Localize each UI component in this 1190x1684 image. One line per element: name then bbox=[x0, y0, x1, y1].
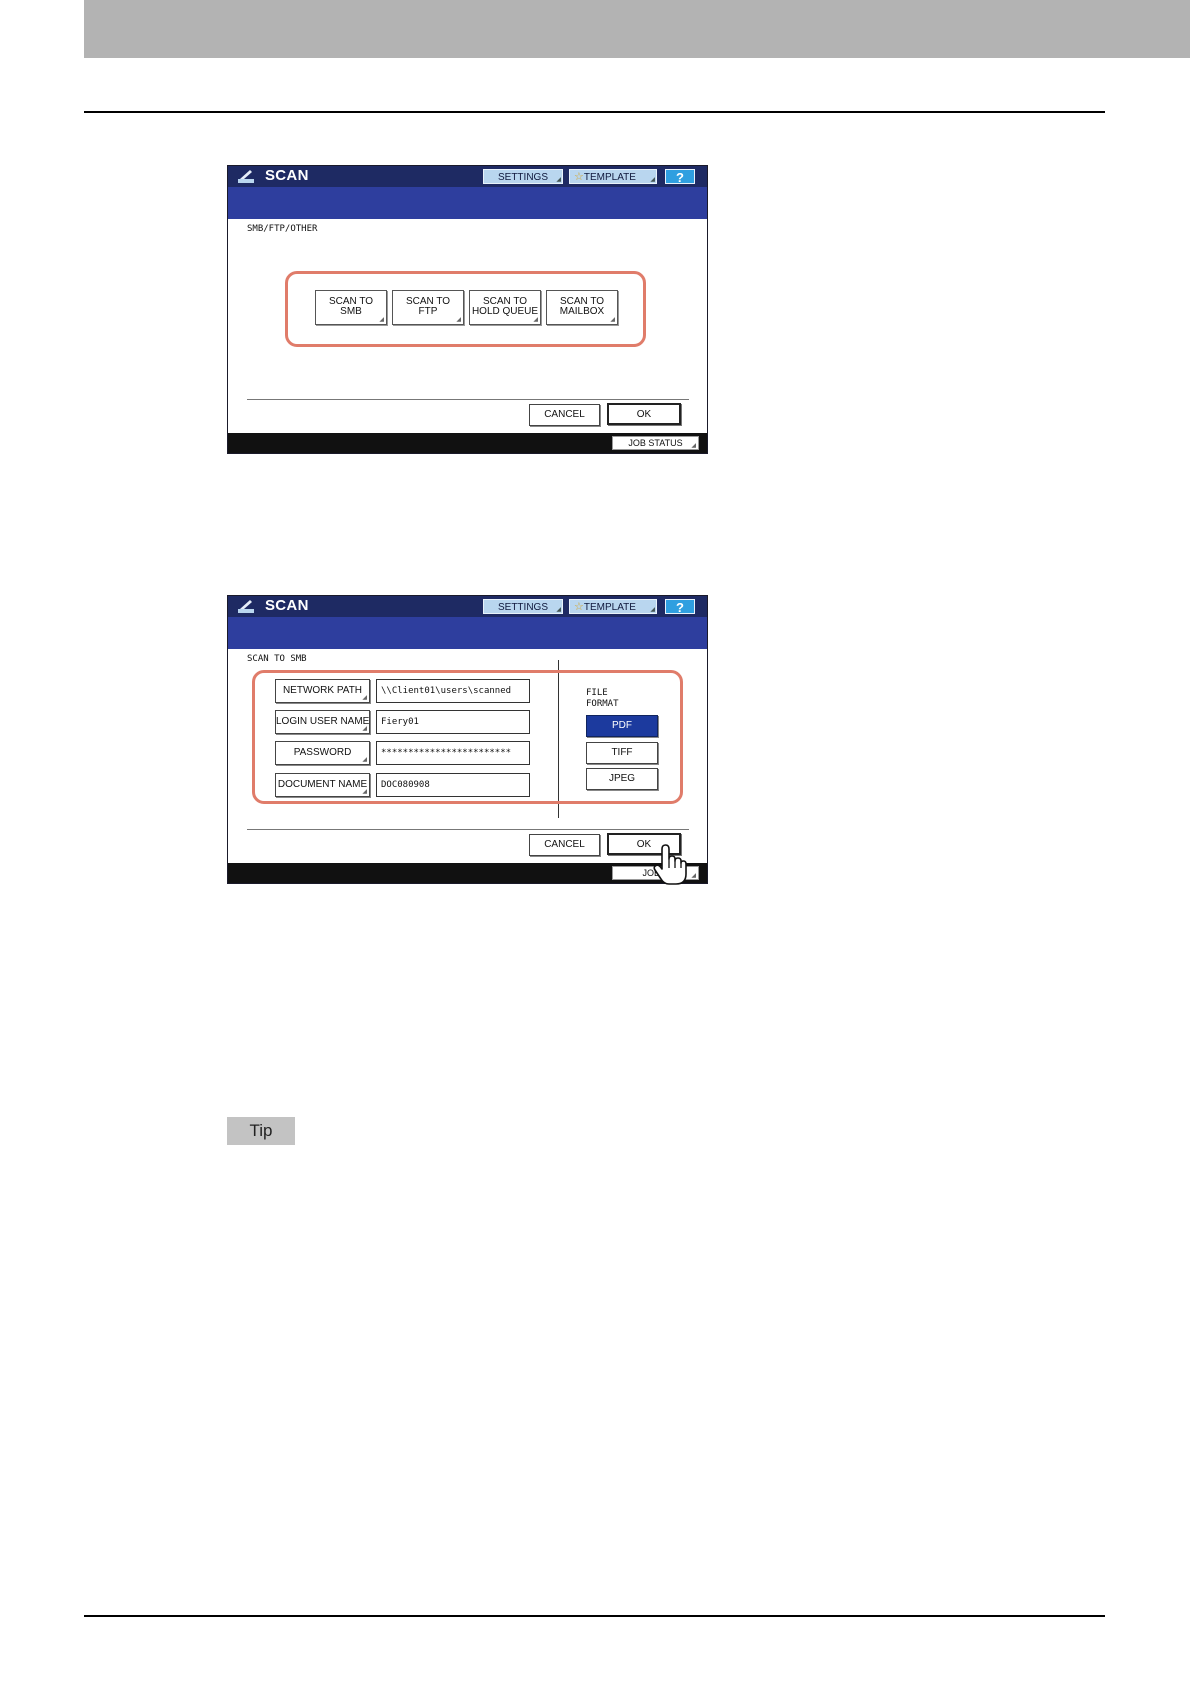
corner-arrow-icon: ◢ bbox=[533, 317, 538, 323]
label-line: FILE bbox=[586, 688, 608, 698]
corner-arrow-icon: ◢ bbox=[556, 177, 561, 183]
corner-arrow-icon: ◢ bbox=[650, 177, 655, 183]
network-path-field[interactable]: \\Client01\users\scanned bbox=[376, 679, 530, 703]
corner-arrow-icon: ◢ bbox=[691, 443, 696, 449]
network-path-button[interactable]: NETWORK PATH ◢ bbox=[275, 679, 370, 703]
button-line: HOLD QUEUE bbox=[471, 306, 539, 317]
field-label: LOGIN USER NAME bbox=[276, 716, 370, 727]
password-button[interactable]: PASSWORD ◢ bbox=[275, 741, 370, 765]
corner-arrow-icon: ◢ bbox=[362, 726, 367, 732]
button-line: FTP bbox=[418, 306, 438, 317]
label-line: FORMAT bbox=[586, 699, 619, 709]
cancel-button[interactable]: CANCEL bbox=[529, 834, 600, 856]
star-icon: ☆ bbox=[574, 601, 584, 613]
star-icon: ☆ bbox=[574, 171, 584, 183]
job-status-label: JOB STATUS bbox=[628, 438, 683, 448]
template-label: TEMPLATE bbox=[583, 602, 636, 613]
format-tiff-button[interactable]: TIFF bbox=[586, 742, 658, 764]
title-bar: SCAN SETTINGS ◢ ☆TEMPLATE ◢ ? bbox=[228, 596, 707, 617]
scanner-icon bbox=[238, 170, 254, 183]
corner-arrow-icon: ◢ bbox=[362, 757, 367, 763]
header-band bbox=[84, 0, 1190, 58]
document-name-field[interactable]: DOC080908 bbox=[376, 773, 530, 797]
template-label: TEMPLATE bbox=[583, 172, 636, 183]
help-button[interactable]: ? bbox=[665, 599, 695, 615]
settings-label: SETTINGS bbox=[497, 602, 548, 613]
scan-panel-2: SCAN SETTINGS ◢ ☆TEMPLATE ◢ ? SCAN TO SM… bbox=[227, 595, 708, 885]
screen-title: SCAN bbox=[265, 167, 309, 184]
status-bar: JOB S ◢ bbox=[228, 863, 707, 883]
password-field[interactable]: ************************ bbox=[376, 741, 530, 765]
divider bbox=[247, 399, 689, 400]
job-status-button[interactable]: JOB STATUS ◢ bbox=[612, 436, 699, 450]
field-label: PASSWORD bbox=[293, 747, 352, 758]
button-line: MAILBOX bbox=[559, 306, 605, 317]
header-rule bbox=[84, 111, 1105, 113]
settings-button[interactable]: SETTINGS ◢ bbox=[483, 599, 563, 614]
document-name-button[interactable]: DOCUMENT NAME ◢ bbox=[275, 773, 370, 797]
corner-arrow-icon: ◢ bbox=[610, 317, 615, 323]
settings-label: SETTINGS bbox=[497, 172, 548, 183]
template-button[interactable]: ☆TEMPLATE ◢ bbox=[569, 599, 657, 614]
scan-to-mailbox-button[interactable]: SCAN TO MAILBOX ◢ bbox=[546, 290, 618, 325]
field-label: NETWORK PATH bbox=[282, 685, 363, 696]
scan-to-ftp-button[interactable]: SCAN TO FTP ◢ bbox=[392, 290, 464, 325]
scanner-icon bbox=[238, 600, 254, 613]
blue-band bbox=[228, 617, 707, 649]
area-label: SCAN TO SMB bbox=[247, 654, 307, 664]
status-bar: JOB STATUS ◢ bbox=[228, 433, 707, 453]
corner-arrow-icon: ◢ bbox=[456, 317, 461, 323]
blue-band bbox=[228, 187, 707, 219]
area-label: SMB/FTP/OTHER bbox=[247, 224, 318, 234]
format-jpeg-button[interactable]: JPEG bbox=[586, 768, 658, 790]
divider bbox=[247, 829, 689, 830]
format-pdf-button[interactable]: PDF bbox=[586, 715, 658, 737]
scan-panel-1: SCAN SETTINGS ◢ ☆TEMPLATE ◢ ? SMB/FTP/OT… bbox=[227, 165, 708, 454]
field-label: DOCUMENT NAME bbox=[277, 779, 368, 790]
screen-title: SCAN bbox=[265, 597, 309, 614]
footer-rule bbox=[84, 1615, 1105, 1617]
scan-to-hold-queue-button[interactable]: SCAN TO HOLD QUEUE ◢ bbox=[469, 290, 541, 325]
cancel-button[interactable]: CANCEL bbox=[529, 404, 600, 426]
corner-arrow-icon: ◢ bbox=[650, 607, 655, 613]
settings-button[interactable]: SETTINGS ◢ bbox=[483, 169, 563, 184]
ok-button[interactable]: OK bbox=[607, 403, 681, 425]
corner-arrow-icon: ◢ bbox=[691, 873, 696, 879]
tip-label: Tip bbox=[227, 1117, 295, 1145]
help-button[interactable]: ? bbox=[665, 169, 695, 185]
corner-arrow-icon: ◢ bbox=[362, 695, 367, 701]
template-button[interactable]: ☆TEMPLATE ◢ bbox=[569, 169, 657, 184]
button-line: SMB bbox=[340, 306, 362, 317]
scan-to-smb-button[interactable]: SCAN TO SMB ◢ bbox=[315, 290, 387, 325]
corner-arrow-icon: ◢ bbox=[362, 789, 367, 795]
title-bar: SCAN SETTINGS ◢ ☆TEMPLATE ◢ ? bbox=[228, 166, 707, 187]
hand-pointer-icon bbox=[653, 844, 687, 885]
file-format-label: FILE FORMAT bbox=[586, 688, 619, 710]
login-user-name-button[interactable]: LOGIN USER NAME ◢ bbox=[275, 710, 370, 734]
corner-arrow-icon: ◢ bbox=[556, 607, 561, 613]
corner-arrow-icon: ◢ bbox=[379, 317, 384, 323]
login-user-name-field[interactable]: Fiery01 bbox=[376, 710, 530, 734]
